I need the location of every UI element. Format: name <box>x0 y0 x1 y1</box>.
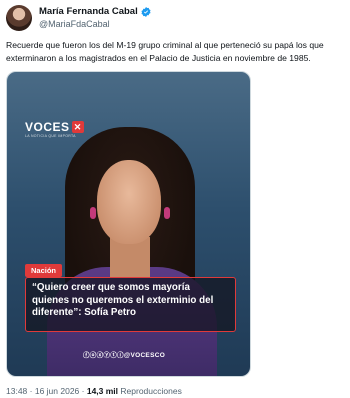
meta-separator-2: · <box>79 386 87 396</box>
logo-mark-icon: ✕ <box>71 121 84 133</box>
social-handle: @VOCESCO <box>123 352 166 359</box>
author-block: María Fernanda Cabal @MariaFdaCabal <box>39 6 151 30</box>
voces-logo: VOCES ✕ <box>25 120 84 134</box>
avatar[interactable] <box>6 5 32 31</box>
logo-text: VOCES <box>25 120 70 134</box>
tweet-media-image[interactable]: VOCES ✕ LA NOTICIA QUE IMPORTA Nación “Q… <box>6 71 251 377</box>
headline-text: “Quiero creer que somos mayoría quienes … <box>32 282 214 318</box>
photo-face <box>97 160 161 244</box>
views-count: 14,3 mil <box>86 386 119 396</box>
headline-box: “Quiero creer que somos mayoría quienes … <box>25 277 236 332</box>
name-row: María Fernanda Cabal <box>39 6 151 18</box>
tweet-meta: 13:48 · 16 jun 2026 · 14,3 mil Reproducc… <box>6 386 182 396</box>
category-badge: Nación <box>25 264 63 277</box>
logo-subtitle: LA NOTICIA QUE IMPORTA <box>25 134 76 138</box>
earring-left <box>90 207 96 219</box>
views-label: Reproducciones <box>118 386 182 396</box>
tweet-time[interactable]: 13:48 <box>6 386 27 396</box>
social-footer: ⓕⓞⓧⓨⓣⓘ@VOCESCO <box>83 349 165 359</box>
earring-right <box>164 207 170 219</box>
tweet-text: Recuerde que fueron los del M-19 grupo c… <box>6 40 324 63</box>
tweet-date[interactable]: 16 jun 2026 <box>35 386 79 396</box>
social-icons: ⓕⓞⓧⓨⓣⓘ <box>83 352 124 359</box>
verified-badge-icon <box>141 7 151 17</box>
author-handle[interactable]: @MariaFdaCabal <box>39 18 151 30</box>
meta-separator: · <box>27 386 35 396</box>
tweet-header: María Fernanda Cabal @MariaFdaCabal <box>6 5 151 31</box>
author-name[interactable]: María Fernanda Cabal <box>39 6 138 18</box>
